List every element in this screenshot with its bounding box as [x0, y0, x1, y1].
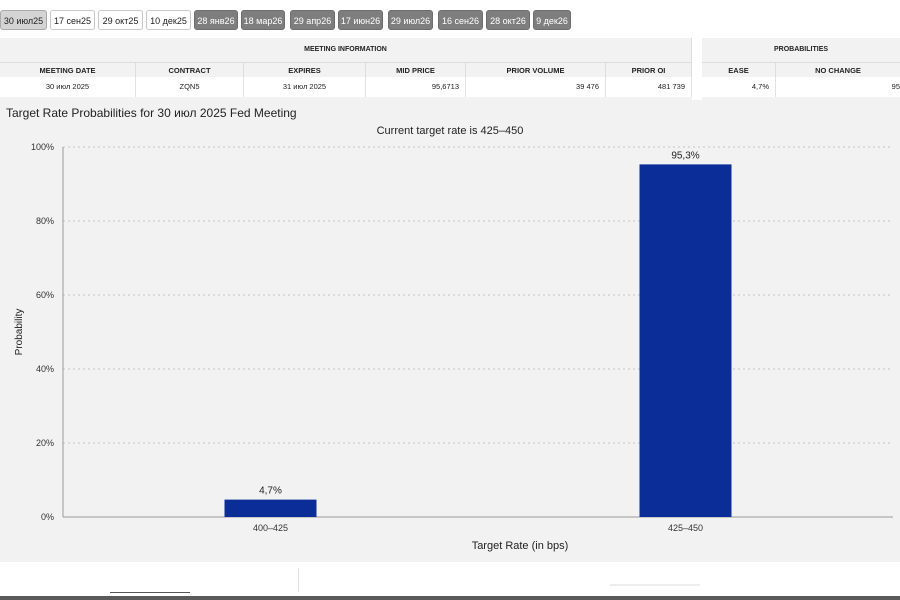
- cell-expires: 31 июл 2025: [244, 77, 366, 97]
- tab-meeting-10[interactable]: 16 сен26: [438, 10, 483, 30]
- col-meeting-date: MEETING DATE: [0, 62, 136, 77]
- data-label: 4,7%: [259, 486, 282, 497]
- y-tick-label: 60%: [36, 290, 54, 300]
- bar: [224, 499, 317, 517]
- tab-meeting-7[interactable]: 29 апр26: [290, 10, 335, 30]
- meeting-information-header: MEETING INFORMATION: [0, 38, 692, 62]
- tab-meeting-1[interactable]: 30 июл25: [0, 10, 47, 30]
- col-ease: EASE: [702, 62, 776, 77]
- tab-meeting-9[interactable]: 29 июл26: [388, 10, 433, 30]
- target-rate-bar-chart: 0% 20% 40% 60% 80% 100% 4,7% 400–425 95,3% 425–45…: [14, 142, 893, 552]
- col-contract: CONTRACT: [136, 62, 244, 77]
- data-label: 95,3%: [671, 150, 699, 161]
- cell-contract: ZQN5: [136, 77, 244, 97]
- probabilities-header: PROBABILITIES: [773, 46, 829, 53]
- tab-meeting-4[interactable]: 10 дек25: [146, 10, 191, 30]
- cell-meeting-date: 30 июл 2025: [0, 77, 136, 97]
- tab-meeting-2[interactable]: 17 сен25: [50, 10, 95, 30]
- cell-mid-price: 95,6713: [366, 77, 466, 97]
- meeting-date-tabs: 30 июл25 17 сен25 29 окт25 10 дек25 28 янв26…: [0, 10, 900, 32]
- meeting-info-table: MEETING INFORMATION PROBABILITIES MEETIN…: [0, 38, 900, 100]
- table-group-divider: [692, 38, 702, 100]
- col-prior-volume: PRIOR VOLUME: [466, 62, 606, 77]
- divider: [298, 568, 299, 592]
- col-no-change: NO CHANGE: [776, 62, 900, 77]
- tab-meeting-5[interactable]: 28 янв26: [194, 10, 238, 30]
- y-tick-label: 100%: [31, 142, 54, 152]
- footer-bar: [0, 596, 900, 600]
- chart-panel: Target Rate Probabilities for 30 июл 202…: [0, 100, 900, 562]
- tab-meeting-12[interactable]: 9 дек26: [533, 10, 571, 30]
- tab-meeting-8[interactable]: 17 июн26: [338, 10, 383, 30]
- cell-no-change: 95: [776, 77, 900, 97]
- bar: [639, 164, 732, 517]
- bottom-strip: [0, 566, 900, 596]
- y-tick-label: 0%: [41, 512, 54, 522]
- tab-meeting-3[interactable]: 29 окт25: [98, 10, 143, 30]
- x-axis-title: Target Rate (in bps): [472, 540, 569, 552]
- y-tick-label: 40%: [36, 364, 54, 374]
- y-tick-label: 80%: [36, 216, 54, 226]
- cell-ease: 4,7%: [702, 77, 776, 97]
- cell-prior-volume: 39 476: [466, 77, 606, 97]
- divider: [110, 592, 190, 593]
- tab-meeting-6[interactable]: 18 мар26: [241, 10, 285, 30]
- cell-prior-oi: 481 739: [606, 77, 692, 97]
- col-mid-price: MID PRICE: [366, 62, 466, 77]
- x-tick-label: 400–425: [253, 523, 288, 533]
- divider: [610, 584, 700, 586]
- col-expires: EXPIRES: [244, 62, 366, 77]
- x-tick-label: 425–450: [668, 523, 703, 533]
- y-axis-title: Probability: [14, 309, 25, 356]
- tab-meeting-11[interactable]: 28 окт26: [486, 10, 530, 30]
- y-tick-label: 20%: [36, 438, 54, 448]
- col-prior-oi: PRIOR OI: [606, 62, 692, 77]
